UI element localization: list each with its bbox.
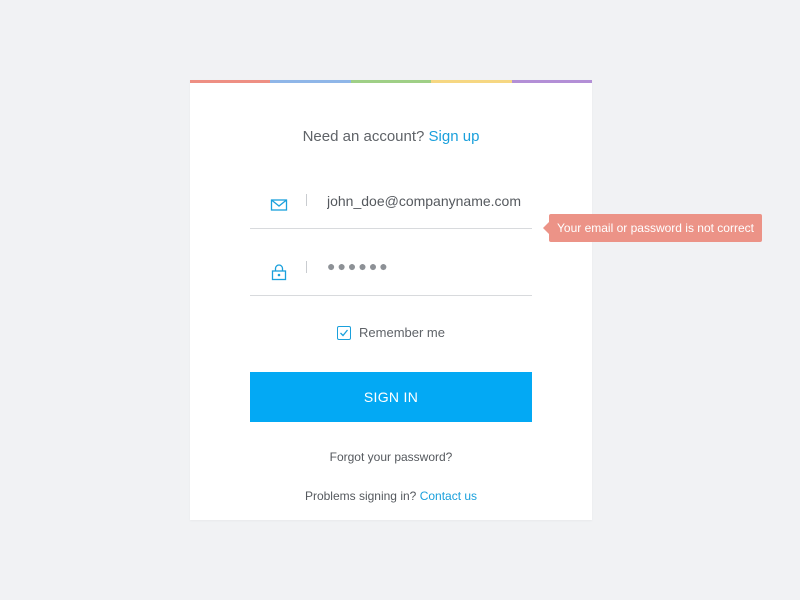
stripe-segment [270,80,351,83]
password-field[interactable]: ●●●●●● [250,251,532,296]
login-card: Need an account? Sign up ●●●●●● [190,80,593,520]
tooltip-arrow [543,222,549,234]
error-tooltip: Your email or password is not correct [543,214,762,242]
email-input[interactable] [327,191,527,211]
color-stripe [190,80,593,83]
envelope-icon [270,196,288,214]
sign-in-button[interactable]: SIGN IN [250,372,532,422]
stripe-segment [190,80,271,83]
stripe-segment [511,80,593,83]
problems-signing-in: Problems signing in? Contact us [190,489,592,503]
password-input[interactable]: ●●●●●● [327,258,527,278]
email-field[interactable] [250,184,532,229]
remember-me[interactable]: Remember me [190,325,592,343]
signup-link[interactable]: Sign up [429,128,480,145]
remember-label: Remember me [359,325,445,340]
signup-prompt: Need an account? Sign up [190,128,592,145]
signup-prompt-text: Need an account? [302,128,425,145]
field-divider [306,261,307,273]
field-divider [306,194,307,206]
contact-us-link[interactable]: Contact us [420,489,477,503]
check-icon [340,329,349,336]
forgot-password-link[interactable]: Forgot your password? [190,450,592,464]
remember-checkbox[interactable] [337,325,352,340]
error-message: Your email or password is not correct [557,221,754,235]
stripe-segment [350,80,432,83]
problems-text: Problems signing in? [304,489,417,503]
lock-icon [270,263,288,281]
stripe-segment [431,80,512,83]
